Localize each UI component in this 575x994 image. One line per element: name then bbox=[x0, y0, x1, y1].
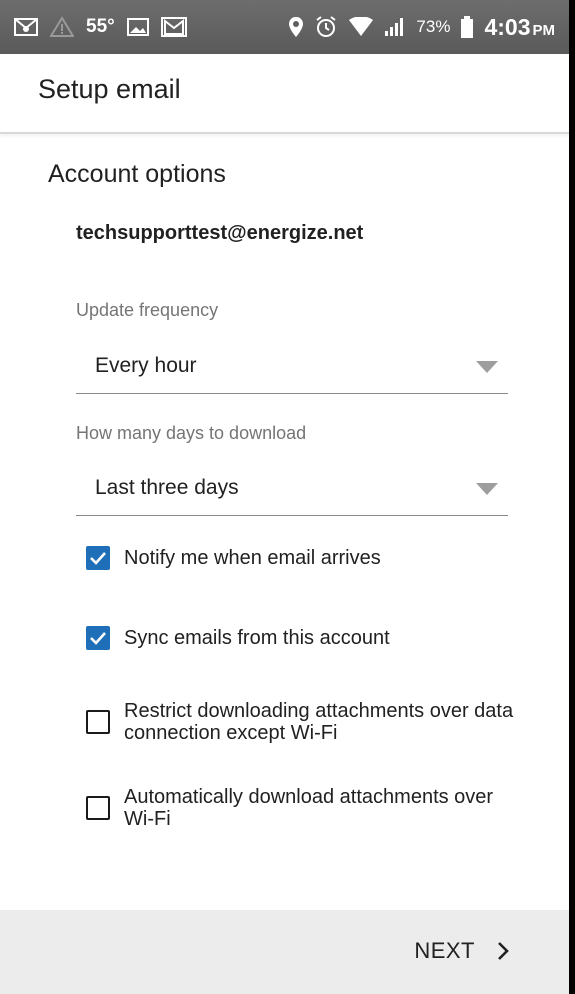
battery-percent-text: 73% bbox=[416, 17, 451, 36]
account-email: techsupporttest@energize.net bbox=[76, 222, 364, 244]
restrict-attachments-checkbox[interactable] bbox=[86, 710, 110, 734]
auto-download-label: Automatically download attachments over … bbox=[124, 786, 494, 830]
update-frequency-dropdown[interactable]: Every hour bbox=[76, 339, 508, 394]
image-icon bbox=[126, 17, 149, 37]
screen: 55° 73% 4:03 PM Setup email Account opti… bbox=[0, 0, 569, 994]
auto-download-checkbox[interactable] bbox=[86, 796, 110, 820]
clock: 4:03 PM bbox=[484, 14, 555, 41]
auto-download-checkbox-row[interactable]: Automatically download attachments over … bbox=[86, 786, 514, 830]
chevron-right-icon bbox=[497, 941, 509, 961]
update-frequency-label: Update frequency bbox=[76, 300, 219, 320]
location-icon bbox=[288, 16, 304, 38]
sync-checkbox[interactable] bbox=[86, 626, 110, 650]
temperature-text: 55° bbox=[86, 16, 115, 37]
next-label: NEXT bbox=[414, 938, 475, 963]
notify-label: Notify me when email arrives bbox=[124, 547, 381, 569]
bottom-navigation-bar: NEXT bbox=[0, 910, 569, 994]
days-to-download-value: Last three days bbox=[95, 476, 239, 499]
email-notification-icon bbox=[14, 17, 38, 37]
restrict-attachments-label: Restrict downloading attachments over da… bbox=[124, 700, 514, 744]
alarm-icon bbox=[314, 15, 338, 39]
checkmark-icon bbox=[90, 552, 106, 565]
days-to-download-label: How many days to download bbox=[76, 423, 307, 443]
update-frequency-value: Every hour bbox=[95, 354, 197, 377]
restrict-attachments-checkbox-row[interactable]: Restrict downloading attachments over da… bbox=[86, 700, 514, 744]
battery-icon bbox=[460, 15, 474, 39]
dropdown-arrow-icon bbox=[476, 483, 498, 495]
days-to-download-dropdown[interactable]: Last three days bbox=[76, 461, 508, 516]
ampm-text: PM bbox=[532, 21, 556, 39]
time-text: 4:03 bbox=[484, 13, 531, 40]
dropdown-arrow-icon bbox=[476, 361, 498, 373]
sync-label: Sync emails from this account bbox=[124, 627, 390, 649]
sync-checkbox-row[interactable]: Sync emails from this account bbox=[86, 626, 514, 650]
notify-checkbox[interactable] bbox=[86, 546, 110, 570]
gmail-icon bbox=[160, 16, 187, 38]
wifi-icon bbox=[348, 17, 374, 37]
screen-edge bbox=[569, 0, 575, 994]
status-bar: 55° 73% 4:03 PM bbox=[0, 0, 569, 54]
checkmark-icon bbox=[90, 632, 106, 645]
next-button[interactable]: NEXT bbox=[414, 938, 509, 964]
warning-icon bbox=[50, 16, 74, 38]
page-title: Setup email bbox=[38, 74, 181, 104]
signal-icon bbox=[384, 17, 406, 37]
app-bar: Setup email bbox=[0, 54, 569, 134]
notify-checkbox-row[interactable]: Notify me when email arrives bbox=[86, 546, 514, 570]
section-title: Account options bbox=[48, 160, 226, 188]
